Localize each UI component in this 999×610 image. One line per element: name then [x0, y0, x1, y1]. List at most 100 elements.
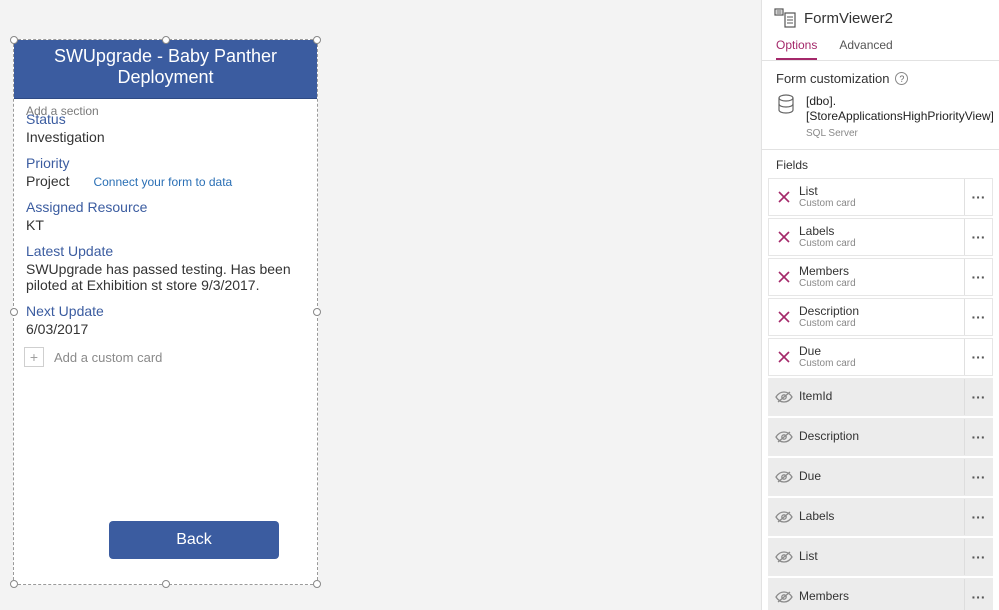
database-icon [776, 94, 796, 121]
resize-handle[interactable] [313, 36, 321, 44]
field-item-text: Labels [799, 510, 964, 523]
remove-icon[interactable] [769, 230, 799, 244]
field-item-name: List [799, 185, 964, 198]
field-item-name: List [799, 550, 964, 563]
add-section-ghost[interactable]: Add a section [26, 104, 99, 118]
field-item-name: Labels [799, 225, 964, 238]
section-title-text: Form customization [776, 71, 889, 86]
help-icon[interactable]: ? [895, 72, 908, 85]
resize-handle[interactable] [162, 580, 170, 588]
field-item[interactable]: MembersCustom card··· [768, 258, 993, 296]
field-item[interactable]: Description··· [768, 418, 993, 456]
datasource-text: [dbo]. [StoreApplicationsHighPriorityVie… [806, 94, 994, 139]
field-item-sub: Custom card [799, 318, 964, 329]
field-item[interactable]: Members··· [768, 578, 993, 610]
field-next: Next Update 6/03/2017 [26, 303, 305, 337]
field-item-more[interactable]: ··· [964, 499, 992, 535]
form-customization-header: Form customization ? [762, 61, 999, 92]
hidden-icon[interactable] [769, 390, 799, 404]
back-button[interactable]: Back [109, 521, 279, 559]
field-item-text: ItemId [799, 390, 964, 403]
field-item[interactable]: ListCustom card··· [768, 178, 993, 216]
hidden-icon[interactable] [769, 470, 799, 484]
resize-handle[interactable] [10, 36, 18, 44]
field-item-more[interactable]: ··· [964, 259, 992, 295]
field-label: Latest Update [26, 243, 305, 259]
remove-icon[interactable] [769, 190, 799, 204]
field-item-more[interactable]: ··· [964, 219, 992, 255]
connect-data-link[interactable]: Connect your form to data [93, 175, 232, 189]
field-item-more[interactable]: ··· [964, 299, 992, 335]
field-value: Project Connect your form to data [26, 173, 305, 189]
priority-value: Project [26, 173, 70, 189]
field-item-name: Due [799, 470, 964, 483]
field-item-name: Labels [799, 510, 964, 523]
field-item-text: DueCustom card [799, 345, 964, 369]
field-item-more[interactable]: ··· [964, 339, 992, 375]
resize-handle[interactable] [313, 308, 321, 316]
field-item-text: MembersCustom card [799, 265, 964, 289]
field-item[interactable]: Due··· [768, 458, 993, 496]
field-item-name: Members [799, 590, 964, 603]
resize-handle[interactable] [313, 580, 321, 588]
field-item-text: Description [799, 430, 964, 443]
field-item-more[interactable]: ··· [964, 379, 992, 415]
field-value: 6/03/2017 [26, 321, 305, 337]
field-item-more[interactable]: ··· [964, 539, 992, 575]
tab-advanced[interactable]: Advanced [839, 34, 892, 60]
field-item-text: LabelsCustom card [799, 225, 964, 249]
datasource-name2: [StoreApplicationsHighPriorityView] [806, 109, 994, 124]
field-item-more[interactable]: ··· [964, 419, 992, 455]
hidden-icon[interactable] [769, 510, 799, 524]
field-item-name: Members [799, 265, 964, 278]
resize-handle[interactable] [162, 36, 170, 44]
form-body: Status Investigation Priority Project Co… [14, 99, 317, 337]
field-label: Assigned Resource [26, 199, 305, 215]
add-custom-card[interactable]: + Add a custom card [24, 347, 307, 367]
field-item-text: ListCustom card [799, 185, 964, 209]
field-value: Investigation [26, 129, 305, 145]
resize-handle[interactable] [10, 308, 18, 316]
field-item-more[interactable]: ··· [964, 179, 992, 215]
remove-icon[interactable] [769, 310, 799, 324]
field-item-name: Description [799, 305, 964, 318]
field-label: Next Update [26, 303, 305, 319]
field-item[interactable]: DueCustom card··· [768, 338, 993, 376]
hidden-icon[interactable] [769, 590, 799, 604]
panel-title: FormViewer2 [804, 10, 893, 27]
datasource-name1: [dbo]. [806, 94, 994, 109]
field-item[interactable]: ItemId··· [768, 378, 993, 416]
hidden-icon[interactable] [769, 430, 799, 444]
field-item-text: Members [799, 590, 964, 603]
form-title: SWUpgrade - Baby Panther Deployment [14, 40, 317, 99]
field-list: ListCustom card···LabelsCustom card···Me… [762, 178, 999, 610]
field-item-text: Due [799, 470, 964, 483]
tab-options[interactable]: Options [776, 34, 817, 60]
remove-icon[interactable] [769, 350, 799, 364]
properties-panel: FormViewer2 Options Advanced Form custom… [761, 0, 999, 610]
field-item[interactable]: DescriptionCustom card··· [768, 298, 993, 336]
field-item[interactable]: List··· [768, 538, 993, 576]
datasource-sub: SQL Server [806, 128, 994, 139]
resize-handle[interactable] [10, 580, 18, 588]
fields-header: Fields [762, 150, 999, 178]
field-item[interactable]: Labels··· [768, 498, 993, 536]
field-item-name: ItemId [799, 390, 964, 403]
field-item-sub: Custom card [799, 238, 964, 249]
form-icon [774, 8, 796, 28]
field-value: KT [26, 217, 305, 233]
hidden-icon[interactable] [769, 550, 799, 564]
datasource-row[interactable]: [dbo]. [StoreApplicationsHighPriorityVie… [762, 92, 999, 150]
remove-icon[interactable] [769, 270, 799, 284]
field-item-more[interactable]: ··· [964, 459, 992, 495]
field-priority: Priority Project Connect your form to da… [26, 155, 305, 189]
panel-tabs: Options Advanced [762, 34, 999, 61]
form-canvas[interactable]: SWUpgrade - Baby Panther Deployment Add … [13, 39, 318, 585]
field-value: SWUpgrade has passed testing. Has been p… [26, 261, 305, 293]
field-item[interactable]: LabelsCustom card··· [768, 218, 993, 256]
field-item-more[interactable]: ··· [964, 579, 992, 610]
panel-header: FormViewer2 [762, 0, 999, 34]
field-item-sub: Custom card [799, 198, 964, 209]
field-item-sub: Custom card [799, 278, 964, 289]
add-card-label: Add a custom card [54, 350, 162, 365]
